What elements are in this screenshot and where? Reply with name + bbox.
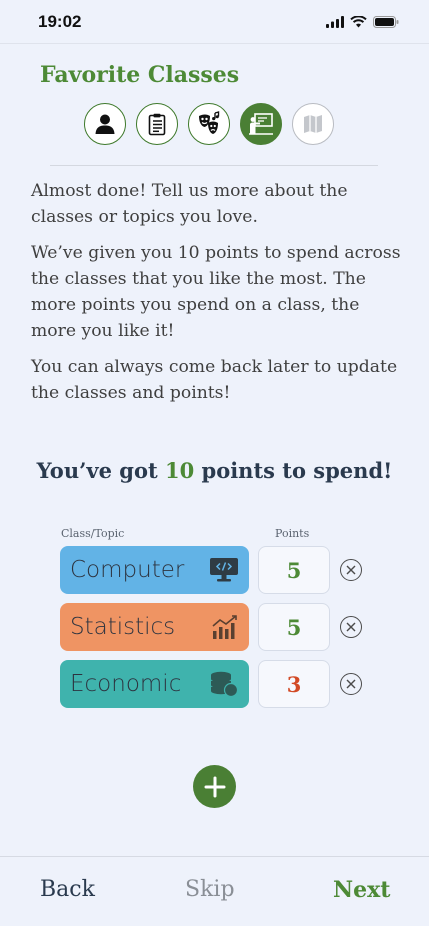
step-classes[interactable] bbox=[240, 103, 282, 145]
status-time: 19:02 bbox=[38, 11, 82, 31]
points-input-computer[interactable]: 5 bbox=[258, 546, 330, 594]
plus-icon bbox=[204, 776, 225, 797]
step-clipboard[interactable] bbox=[136, 103, 178, 145]
points-heading-prefix: You’ve got bbox=[36, 458, 165, 483]
battery-icon bbox=[373, 15, 399, 28]
class-pill-economic[interactable]: Economic bbox=[60, 660, 249, 708]
close-icon bbox=[346, 622, 356, 632]
next-button[interactable]: Next bbox=[333, 877, 390, 903]
footer-nav: Back Skip Next bbox=[0, 856, 429, 926]
remove-button-statistics[interactable] bbox=[340, 616, 362, 638]
class-row: Computer 5 bbox=[60, 546, 365, 594]
page-title: Favorite Classes bbox=[40, 62, 240, 88]
column-header-class: Class/Topic bbox=[61, 527, 125, 540]
remove-button-computer[interactable] bbox=[340, 559, 362, 581]
status-bar: 19:02 bbox=[0, 0, 429, 44]
class-label: Statistics bbox=[70, 614, 176, 640]
points-heading: You’ve got 10 points to spend! bbox=[0, 458, 429, 483]
points-input-economic[interactable]: 3 bbox=[258, 660, 330, 708]
points-heading-suffix: points to spend! bbox=[194, 458, 393, 483]
progress-steps bbox=[84, 103, 334, 145]
class-label: Computer bbox=[70, 557, 185, 583]
points-input-statistics[interactable]: 5 bbox=[258, 603, 330, 651]
close-icon bbox=[346, 679, 356, 689]
class-row: Statistics 5 bbox=[60, 603, 365, 651]
remove-button-economic[interactable] bbox=[340, 673, 362, 695]
intro-paragraph-2: We’ve given you 10 points to spend acros… bbox=[31, 243, 401, 341]
step-profile[interactable] bbox=[84, 103, 126, 145]
skip-button[interactable]: Skip bbox=[185, 877, 235, 902]
step-location[interactable] bbox=[292, 103, 334, 145]
intro-paragraph-1: Almost done! Tell us more about the clas… bbox=[31, 181, 348, 227]
column-header-points: Points bbox=[275, 527, 310, 540]
close-icon bbox=[346, 565, 356, 575]
map-icon bbox=[304, 115, 322, 133]
computer-icon bbox=[210, 558, 238, 582]
class-pill-statistics[interactable]: Statistics bbox=[60, 603, 249, 651]
signal-icon bbox=[326, 15, 344, 28]
clipboard-icon bbox=[148, 113, 166, 136]
points-remaining: 10 bbox=[164, 458, 195, 483]
class-row: Economic 3 bbox=[60, 660, 365, 708]
teacher-board-icon bbox=[249, 113, 273, 135]
intro-text: Almost done! Tell us more about the clas… bbox=[31, 178, 403, 416]
theater-masks-icon bbox=[199, 111, 220, 134]
step-hobbies[interactable] bbox=[188, 103, 230, 145]
wifi-icon bbox=[350, 15, 367, 27]
chart-icon bbox=[212, 615, 237, 639]
divider bbox=[50, 165, 378, 166]
class-label: Economic bbox=[70, 671, 182, 697]
intro-paragraph-3: You can always come back later to update… bbox=[31, 357, 398, 403]
person-icon bbox=[95, 114, 115, 134]
add-class-button[interactable] bbox=[193, 765, 236, 808]
status-icons bbox=[326, 15, 399, 28]
coins-icon bbox=[211, 671, 239, 698]
back-button[interactable]: Back bbox=[40, 877, 95, 902]
class-pill-computer[interactable]: Computer bbox=[60, 546, 249, 594]
